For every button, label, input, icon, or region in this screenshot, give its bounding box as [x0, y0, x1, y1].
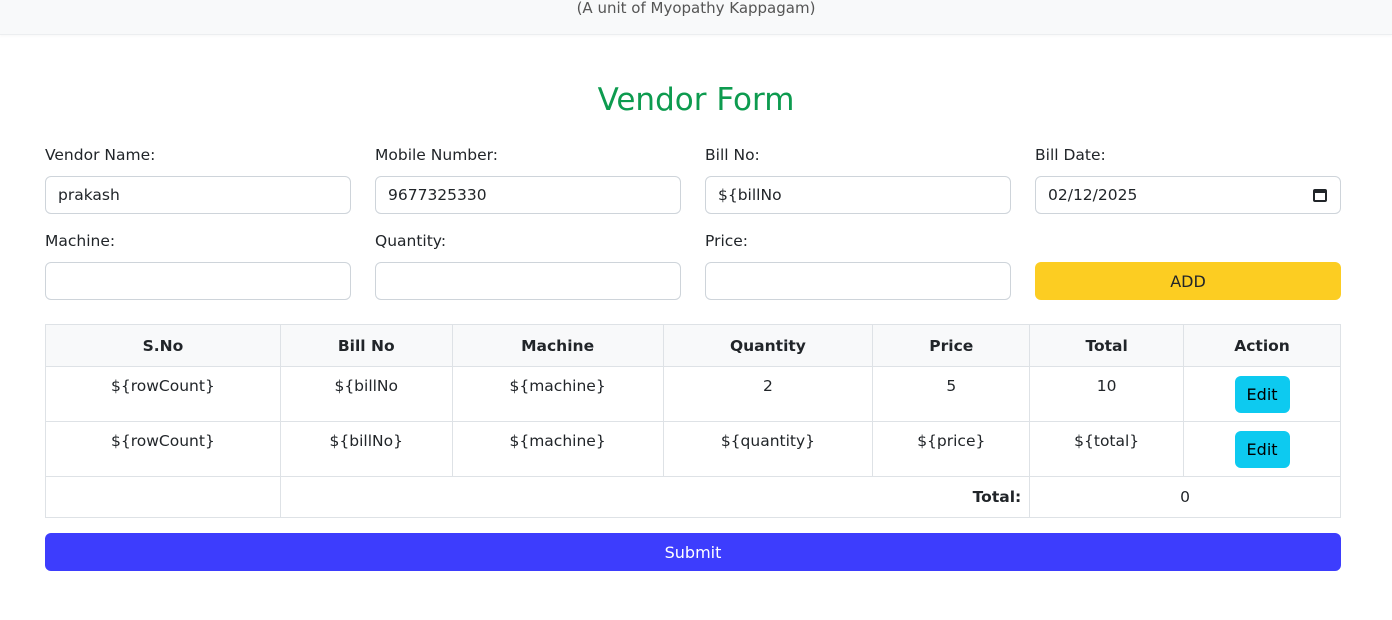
cell-total: ${total} [1029, 421, 1185, 477]
add-button[interactable]: ADD [1035, 262, 1341, 300]
header-machine: Machine [451, 324, 664, 367]
vendor-name-label: Vendor Name: [45, 146, 156, 164]
cell-quantity: 2 [662, 366, 874, 422]
total-row-spacer [45, 476, 281, 518]
header-bill-no: Bill No [279, 324, 453, 367]
header-price: Price [872, 324, 1031, 367]
quantity-input[interactable] [375, 262, 681, 300]
quantity-group: Quantity: [375, 231, 681, 300]
header-action: Action [1183, 324, 1341, 367]
mobile-number-group: Mobile Number: [375, 145, 681, 214]
price-input[interactable] [705, 262, 1011, 300]
bill-date-label: Bill Date: [1035, 146, 1106, 164]
table-header-row: S.No Bill No Machine Quantity Price Tota… [45, 324, 1341, 367]
bill-no-label: Bill No: [705, 146, 760, 164]
cell-quantity: ${quantity} [662, 421, 874, 477]
bill-no-group: Bill No: [705, 145, 1011, 214]
table-row: ${rowCount} ${billNo ${machine} 2 5 10 E… [45, 366, 1341, 422]
cell-price: 5 [872, 366, 1031, 422]
price-label: Price: [705, 232, 749, 250]
header-total: Total [1029, 324, 1185, 367]
total-label: Total: [279, 476, 1031, 518]
calendar-icon[interactable] [1313, 189, 1327, 202]
table-total-row: Total: 0 [45, 476, 1341, 518]
bill-date-group: Bill Date: [1035, 145, 1341, 214]
quantity-label: Quantity: [375, 232, 447, 250]
cell-machine: ${machine} [451, 366, 664, 422]
total-value: 0 [1029, 476, 1341, 518]
edit-button[interactable]: Edit [1234, 431, 1290, 468]
vendor-name-input[interactable] [45, 176, 351, 214]
cell-sno: ${rowCount} [45, 366, 281, 422]
cell-action: Edit [1183, 421, 1341, 477]
machine-group: Machine: [45, 231, 351, 300]
edit-button[interactable]: Edit [1234, 376, 1290, 413]
bill-no-input[interactable] [705, 176, 1011, 214]
mobile-number-input[interactable] [375, 176, 681, 214]
vendor-name-group: Vendor Name: [45, 145, 351, 214]
cell-bill-no: ${billNo} [279, 421, 453, 477]
organization-subtitle: (A unit of Myopathy Kappagam) [576, 0, 816, 17]
header-quantity: Quantity [662, 324, 874, 367]
machine-label: Machine: [45, 232, 116, 250]
cell-total: 10 [1029, 366, 1185, 422]
table-row: ${rowCount} ${billNo} ${machine} ${quant… [45, 421, 1341, 477]
submit-button[interactable]: Submit [45, 533, 1341, 571]
machine-input[interactable] [45, 262, 351, 300]
mobile-number-label: Mobile Number: [375, 146, 498, 164]
bill-date-input[interactable] [1035, 176, 1341, 214]
top-header-bar: (A unit of Myopathy Kappagam) [0, 0, 1392, 35]
cell-bill-no: ${billNo [279, 366, 453, 422]
items-table: S.No Bill No Machine Quantity Price Tota… [45, 324, 1341, 518]
cell-action: Edit [1183, 366, 1341, 422]
price-group: Price: [705, 231, 1011, 300]
cell-machine: ${machine} [451, 421, 664, 477]
cell-sno: ${rowCount} [45, 421, 281, 477]
header-sno: S.No [45, 324, 281, 367]
cell-price: ${price} [872, 421, 1031, 477]
page-title: Vendor Form [597, 82, 795, 118]
